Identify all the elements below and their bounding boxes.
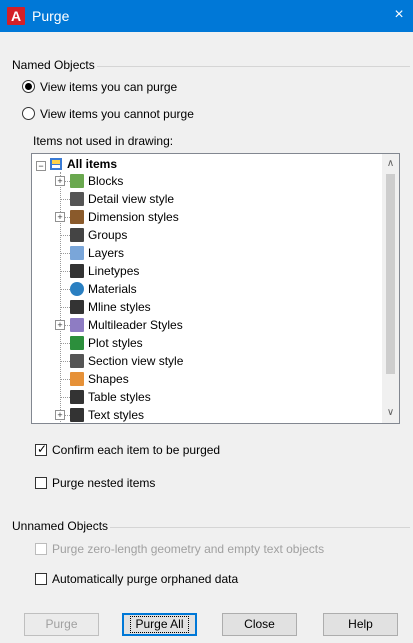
tree-item-label[interactable]: Materials	[88, 280, 137, 298]
shapes-icon	[70, 372, 84, 386]
mline-icon	[70, 300, 84, 314]
tree-scrollbar[interactable]: ∧ ∨	[382, 154, 399, 423]
tree-item-label[interactable]: Linetypes	[88, 262, 139, 280]
tree-guide-line	[60, 199, 70, 200]
multileader-icon	[70, 318, 84, 332]
help-button-label: Help	[348, 617, 373, 631]
tree-item-label[interactable]: Blocks	[88, 172, 123, 190]
autocad-logo-icon: A	[7, 7, 25, 25]
section-view-icon	[70, 354, 84, 368]
tree-root-label[interactable]: All items	[67, 155, 117, 173]
title-bar: A Purge ×	[0, 0, 413, 32]
close-button-label: Close	[244, 617, 275, 631]
tree-guide-line	[60, 271, 70, 272]
tree-item[interactable]: Table styles	[32, 388, 382, 406]
tree-item[interactable]: + Dimension styles	[32, 208, 382, 226]
orphaned-data-checkbox[interactable]	[35, 573, 47, 585]
layers-icon	[70, 246, 84, 260]
tree-item[interactable]: Groups	[32, 226, 382, 244]
tree-item[interactable]: Linetypes	[32, 262, 382, 280]
tree-guide-line	[60, 379, 70, 380]
zero-length-label: Purge zero-length geometry and empty tex…	[52, 542, 325, 556]
table-styles-icon	[70, 390, 84, 404]
tree-item-label[interactable]: Detail view style	[88, 190, 174, 208]
root-collapse-toggle[interactable]: −	[36, 161, 46, 171]
tree-item-label[interactable]: Section view style	[88, 352, 183, 370]
groups-icon	[70, 228, 84, 242]
view-cannot-purge-label[interactable]: View items you cannot purge	[40, 107, 194, 121]
tree-item[interactable]: Detail view style	[32, 190, 382, 208]
zero-length-checkbox	[35, 543, 47, 555]
tree-item-label[interactable]: Multileader Styles	[88, 316, 183, 334]
purge-tree[interactable]: − All items + Blocks Detail view style + Dim…	[31, 153, 400, 424]
scroll-thumb[interactable]	[386, 174, 395, 374]
dimension-icon	[70, 210, 84, 224]
close-window-button[interactable]: ×	[385, 0, 413, 32]
blocks-icon	[70, 174, 84, 188]
plot-styles-icon	[70, 336, 84, 350]
tree-item[interactable]: Shapes	[32, 370, 382, 388]
scroll-down-icon[interactable]: ∨	[382, 405, 399, 421]
view-cannot-purge-radio[interactable]	[22, 107, 35, 120]
expand-toggle[interactable]: +	[55, 176, 65, 186]
purge-all-button-label: Purge All	[130, 616, 189, 633]
tree-item-label[interactable]: Text styles	[88, 406, 144, 423]
linetypes-icon	[70, 264, 84, 278]
tree-item[interactable]: Section view style	[32, 352, 382, 370]
view-can-purge-label[interactable]: View items you can purge	[40, 80, 177, 94]
purge-nested-label[interactable]: Purge nested items	[52, 476, 155, 490]
tree-item-label[interactable]: Mline styles	[88, 298, 151, 316]
tree-guide-line	[60, 253, 70, 254]
tree-item-label[interactable]: Shapes	[88, 370, 129, 388]
purge-all-button[interactable]: Purge All	[122, 613, 197, 636]
expand-toggle[interactable]: +	[55, 212, 65, 222]
tree-item-label[interactable]: Groups	[88, 226, 127, 244]
orphaned-data-label[interactable]: Automatically purge orphaned data	[52, 572, 238, 586]
tree-item[interactable]: Layers	[32, 244, 382, 262]
detail-view-icon	[70, 192, 84, 206]
scroll-up-icon[interactable]: ∧	[382, 156, 399, 172]
purge-nested-checkbox[interactable]	[35, 477, 47, 489]
named-objects-label: Named Objects	[10, 58, 97, 72]
checkmark-icon: ✓	[37, 442, 48, 456]
purge-button[interactable]: Purge	[24, 613, 99, 636]
expand-toggle[interactable]: +	[55, 320, 65, 330]
materials-icon	[70, 282, 84, 296]
confirm-purge-checkbox[interactable]: ✓	[35, 442, 48, 456]
tree-guide-line	[60, 289, 70, 290]
tree-guide-line	[60, 343, 70, 344]
tree-item[interactable]: Mline styles	[32, 298, 382, 316]
unnamed-objects-divider	[12, 527, 410, 603]
tree-item[interactable]: + Text styles	[32, 406, 382, 423]
window-title: Purge	[32, 8, 70, 24]
tree-item-label[interactable]: Plot styles	[88, 334, 143, 352]
all-items-icon	[50, 158, 62, 170]
tree-item[interactable]: Plot styles	[32, 334, 382, 352]
tree-guide-line	[60, 397, 70, 398]
tree-item[interactable]: + Multileader Styles	[32, 316, 382, 334]
expand-toggle[interactable]: +	[55, 410, 65, 420]
help-button[interactable]: Help	[323, 613, 398, 636]
tree-guide-line	[60, 361, 70, 362]
tree-guide-line	[60, 235, 70, 236]
tree-label: Items not used in drawing:	[33, 134, 174, 148]
tree-item-label[interactable]: Table styles	[88, 388, 151, 406]
tree-guide-line	[60, 307, 70, 308]
tree-item[interactable]: + Blocks	[32, 172, 382, 190]
tree-item-label[interactable]: Dimension styles	[88, 208, 179, 226]
unnamed-objects-label: Unnamed Objects	[10, 519, 111, 533]
confirm-purge-label[interactable]: Confirm each item to be purged	[52, 443, 220, 457]
view-can-purge-radio[interactable]	[22, 80, 35, 93]
close-button[interactable]: Close	[222, 613, 297, 636]
text-styles-icon	[70, 408, 84, 422]
tree-item[interactable]: Materials	[32, 280, 382, 298]
purge-button-label: Purge	[45, 617, 78, 631]
tree-item-label[interactable]: Layers	[88, 244, 124, 262]
